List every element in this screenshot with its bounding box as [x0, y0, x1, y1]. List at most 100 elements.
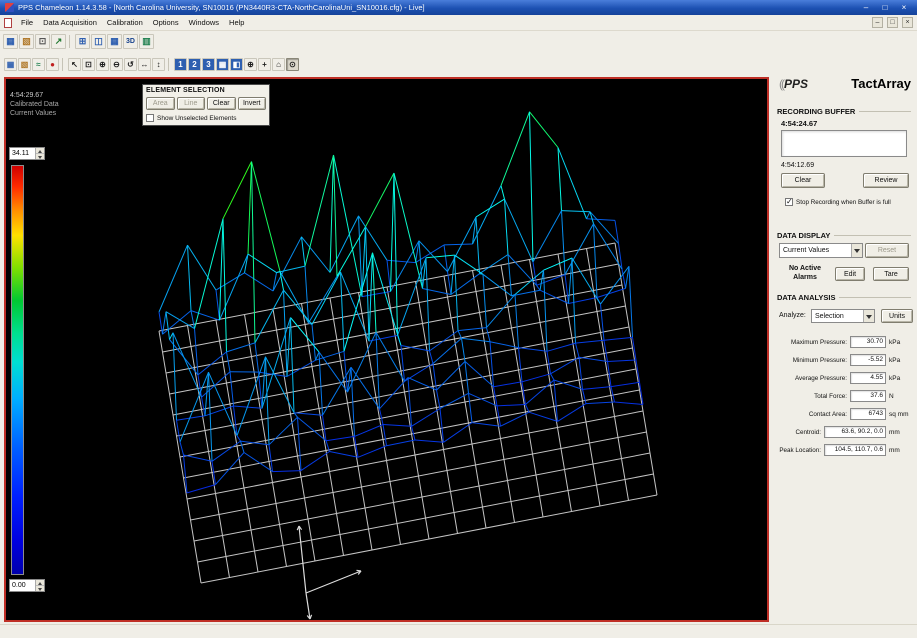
grid-view-icon[interactable]: ⊞ — [75, 34, 90, 49]
view-split-icon[interactable]: ◧ — [230, 58, 243, 71]
stat-value: -5.52 — [850, 354, 886, 366]
status-bar — [0, 624, 917, 638]
stat-value: 63.6, 90.2, 0.0 — [824, 426, 886, 438]
title-bar: PPS Chameleon 1.14.3.58 - [North Carolin… — [0, 0, 917, 15]
pan-vertical-icon[interactable]: ↕ — [152, 58, 165, 71]
element-selection-area-button[interactable]: Area — [146, 97, 175, 110]
stat-unit: sq mm — [889, 410, 909, 418]
data-display-title: DATA DISPLAY — [777, 231, 911, 240]
open-icon[interactable]: ▧ — [18, 58, 31, 71]
export-icon[interactable]: ↗ — [51, 34, 66, 49]
review-button[interactable]: Review — [863, 173, 909, 188]
pps-logo: ((PPS — [779, 76, 809, 91]
spin-down-icon[interactable] — [36, 586, 44, 591]
display-mode-dropdown[interactable]: Current Values — [779, 243, 863, 258]
spin-down-icon[interactable] — [36, 154, 44, 159]
open-icon[interactable]: ▧ — [19, 34, 34, 49]
stat-unit: mm — [889, 446, 900, 454]
stat-unit: mm — [889, 428, 900, 436]
stat-unit: N — [889, 392, 894, 400]
spinner-buttons — [35, 148, 44, 159]
view-3d-icon[interactable]: 3D — [123, 34, 138, 49]
legend-icon[interactable]: ▥ — [139, 34, 154, 49]
center-icon[interactable]: + — [258, 58, 271, 71]
home-icon[interactable]: ⌂ — [272, 58, 285, 71]
scale-min-spinner[interactable]: 0.00 — [9, 579, 45, 592]
show-unselected-checkbox[interactable] — [146, 114, 154, 122]
clear-buffer-button[interactable]: Clear — [781, 173, 825, 188]
stat-value: 37.6 — [850, 390, 886, 402]
edit-alarms-button[interactable]: Edit — [835, 267, 865, 281]
brand-row: ((PPS TactArray — [779, 76, 911, 91]
toolbar-separator — [69, 35, 72, 48]
stat-unit: kPa — [889, 374, 901, 382]
save-icon[interactable]: ▦ — [4, 58, 17, 71]
crosshair-icon[interactable]: ⊕ — [244, 58, 257, 71]
stat-label: Average Pressure: — [794, 374, 847, 382]
show-unselected-label: Show Unselected Elements — [157, 114, 237, 122]
stop-recording-checkbox[interactable] — [785, 197, 793, 206]
tare-button[interactable]: Tare — [873, 267, 909, 281]
window-controls: – □ × — [861, 2, 909, 13]
stat-label: Centroid: — [795, 428, 821, 436]
table-view-icon[interactable]: ▦ — [107, 34, 122, 49]
minimize-button[interactable]: – — [861, 2, 871, 13]
element-selection-clear-button[interactable]: Clear — [207, 97, 236, 110]
stat-row: Average Pressure: 4.55 kPa — [775, 369, 913, 387]
record-icon[interactable]: ● — [46, 58, 59, 71]
menu-windows[interactable]: Windows — [184, 16, 224, 29]
zoom-out-icon[interactable]: ⊖ — [110, 58, 123, 71]
chart-icon[interactable]: ≈ — [32, 58, 45, 71]
save-icon[interactable]: ▦ — [3, 34, 18, 49]
pan-horizontal-icon[interactable]: ↔ — [138, 58, 151, 71]
element-selection-buttons: Area Line Clear Invert — [146, 97, 266, 110]
analyze-label: Analyze: — [779, 312, 806, 319]
element-selection-line-button[interactable]: Line — [176, 97, 205, 110]
view-3-icon[interactable]: 3 — [202, 58, 215, 71]
surface-plot — [158, 111, 658, 620]
alarms-status: No Active Alarms — [788, 265, 822, 281]
spinner-buttons — [35, 580, 44, 591]
view-grid-icon[interactable]: ▦ — [216, 58, 229, 71]
stat-label: Peak Location: — [779, 446, 821, 454]
recording-buffer-title: RECORDING BUFFER — [777, 107, 911, 116]
magnifier-icon[interactable]: ⊙ — [286, 58, 299, 71]
scale-max-spinner[interactable]: 34.11 — [9, 147, 45, 160]
rotate-icon[interactable]: ↺ — [124, 58, 137, 71]
view-2-icon[interactable]: 2 — [188, 58, 201, 71]
plot-area[interactable]: 4:54:29.67 Calibrated Data Current Value… — [4, 77, 769, 622]
units-button[interactable]: Units — [881, 309, 913, 323]
print-icon[interactable]: ⊡ — [35, 34, 50, 49]
mdi-close-button[interactable]: × — [902, 17, 913, 28]
analyze-dropdown[interactable]: Selection — [811, 309, 875, 323]
scale-max-value: 34.11 — [12, 150, 29, 157]
stat-row: Minimum Pressure: -5.52 kPa — [775, 351, 913, 369]
display-mode-value: Current Values — [783, 247, 830, 254]
menu-file[interactable]: File — [16, 16, 38, 29]
mdi-restore-button[interactable]: □ — [887, 17, 898, 28]
plot-display-mode: Current Values — [10, 110, 57, 117]
stat-label: Total Force: — [814, 392, 847, 400]
mdi-minimize-button[interactable]: – — [872, 17, 883, 28]
view-1-icon[interactable]: 1 — [174, 58, 187, 71]
close-button[interactable]: × — [899, 2, 909, 13]
buffer-display — [781, 130, 907, 157]
split-view-icon[interactable]: ◫ — [91, 34, 106, 49]
menu-help[interactable]: Help — [224, 16, 249, 29]
brand-name: TactArray — [851, 76, 911, 91]
menu-data-acquisition[interactable]: Data Acquisition — [38, 16, 102, 29]
element-selection-panel: ELEMENT SELECTION Area Line Clear Invert Sh… — [142, 84, 270, 126]
maximize-button[interactable]: □ — [880, 2, 890, 13]
stat-label: Maximum Pressure: — [791, 338, 847, 346]
select-icon[interactable]: ↖ — [68, 58, 81, 71]
plot-info: 4:54:29.67 Calibrated Data Current Value… — [10, 91, 59, 118]
reset-button[interactable]: Reset — [865, 243, 909, 258]
color-scale — [11, 165, 24, 575]
zoom-window-icon[interactable]: ⊡ — [82, 58, 95, 71]
plot-toolbar: ▦ ▧ ≈ ● ↖ ⊡ ⊕ ⊖ ↺ ↔ ↕ 1 2 3 ▦ ◧ ⊕ + ⌂ ⊙ — [4, 56, 299, 73]
menu-calibration[interactable]: Calibration — [102, 16, 148, 29]
zoom-in-icon[interactable]: ⊕ — [96, 58, 109, 71]
document-icon[interactable] — [4, 17, 12, 28]
element-selection-invert-button[interactable]: Invert — [237, 97, 266, 110]
menu-options[interactable]: Options — [148, 16, 184, 29]
